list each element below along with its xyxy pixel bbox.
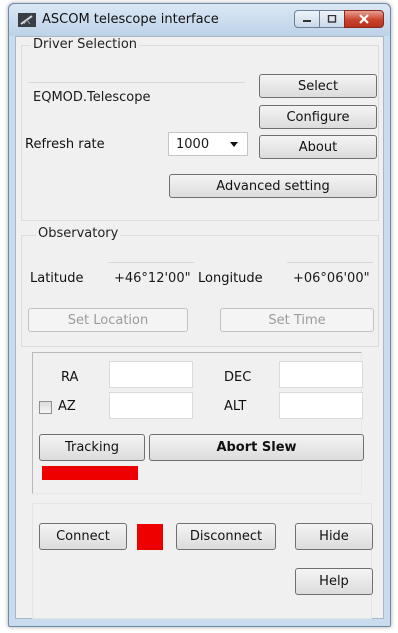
tracking-status-indicator [42,466,138,480]
latitude-value: +46°12'00" [114,271,191,286]
close-icon [359,14,369,24]
observatory-label: Observatory [36,226,121,241]
select-button[interactable]: Select [259,74,377,98]
latitude-display: +46°12'00" [108,262,194,292]
dec-label: DEC [224,370,252,385]
az-checkbox[interactable] [39,401,52,414]
hide-button[interactable]: Hide [295,523,373,550]
app-window: ASCOM telescope interface Driver Selecti… [8,3,391,627]
latitude-label: Latitude [30,271,84,286]
az-field[interactable] [109,392,193,419]
dec-field[interactable] [279,361,363,388]
alt-label: ALT [224,399,247,414]
connection-status-indicator [137,524,163,550]
driver-name-display: EQMOD.Telescope [28,82,245,110]
refresh-rate-label: Refresh rate [25,137,105,152]
refresh-rate-select[interactable]: 1000 [168,132,248,156]
disconnect-button[interactable]: Disconnect [176,523,276,550]
longitude-display: +06°06'00" [287,262,373,292]
telescope-icon [18,13,36,27]
driver-selection-label: Driver Selection [31,37,140,52]
set-location-button[interactable]: Set Location [28,308,188,332]
advanced-setting-button[interactable]: Advanced setting [169,174,377,198]
minimize-button[interactable] [294,10,320,28]
longitude-value: +06°06'00" [293,271,370,286]
maximize-button[interactable] [319,10,345,28]
refresh-rate-value: 1000 [176,136,210,152]
alt-field[interactable] [279,392,363,419]
title-bar[interactable]: ASCOM telescope interface [9,4,390,36]
about-button[interactable]: About [259,135,377,159]
tracking-button[interactable]: Tracking [39,434,145,461]
maximize-icon [327,15,337,23]
az-label: AZ [58,399,76,414]
connect-button[interactable]: Connect [39,523,127,550]
chevron-down-icon [230,142,238,147]
ra-label: RA [61,370,79,385]
configure-button[interactable]: Configure [259,105,377,129]
close-button[interactable] [344,10,384,28]
longitude-label: Longitude [198,271,263,286]
set-time-button[interactable]: Set Time [220,308,374,332]
driver-name-text: EQMOD.Telescope [33,90,151,105]
client-area: Driver Selection EQMOD.Telescope Select … [15,36,384,619]
abort-slew-button[interactable]: Abort Slew [149,434,364,461]
ra-field[interactable] [109,361,193,388]
connection-panel [32,503,372,619]
minimize-icon [303,20,311,22]
window-title: ASCOM telescope interface [42,12,219,27]
help-button[interactable]: Help [295,568,373,595]
